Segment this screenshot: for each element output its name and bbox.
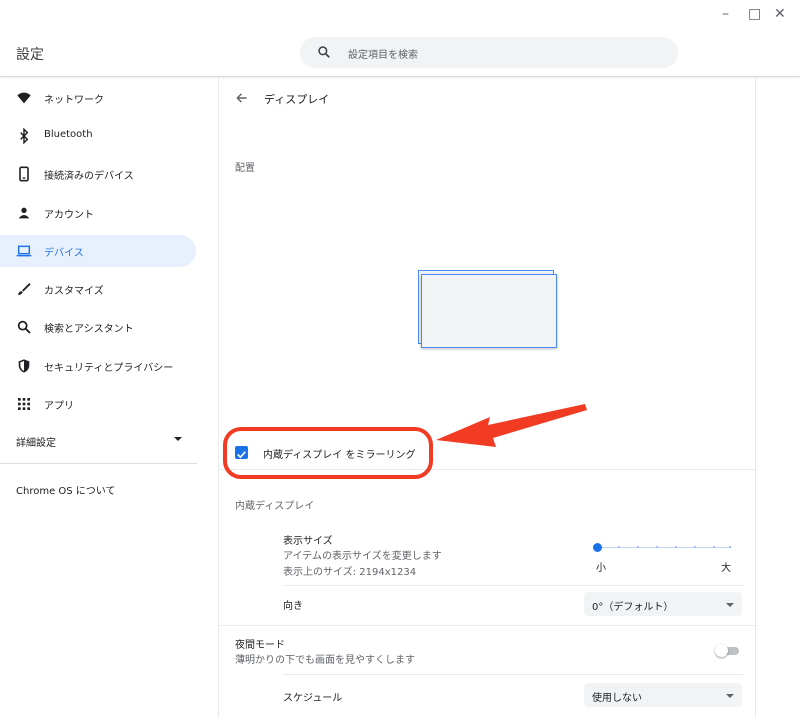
display-size-description: アイテムの表示サイズを変更します <box>283 551 442 562</box>
divider <box>283 585 743 586</box>
orientation-label: 向き <box>283 601 303 612</box>
minimize-button[interactable]: – <box>722 6 729 22</box>
person-icon <box>18 207 30 219</box>
apps-grid-icon <box>18 398 30 410</box>
slider-max-label: 大 <box>721 563 731 574</box>
slider-tick <box>694 546 696 548</box>
slider-tick <box>675 546 677 548</box>
sidebar-item-label: 詳細設定 <box>16 438 56 449</box>
sidebar-item-about[interactable]: Chrome OS について <box>0 473 196 505</box>
display-size-title: 表示サイズ <box>283 536 333 547</box>
sidebar-item-label: カスタマイズ <box>44 286 104 297</box>
slider-tick <box>656 546 658 548</box>
app-header: 設定 設定項目を検索 <box>0 28 800 77</box>
sidebar-item-label: 検索とアシスタント <box>44 324 134 335</box>
schedule-label: スケジュール <box>283 693 343 704</box>
chevron-down-icon <box>174 437 182 441</box>
sidebar-item-label: デバイス <box>44 248 84 259</box>
arrangement-label: 配置 <box>235 163 255 174</box>
slider-tick <box>637 546 639 548</box>
sidebar-item-label: ネットワーク <box>44 95 104 106</box>
night-mode-toggle-knob[interactable] <box>715 644 728 657</box>
sidebar-item-label: アカウント <box>44 210 94 221</box>
shield-icon <box>18 359 30 373</box>
back-arrow-icon[interactable] <box>235 91 249 105</box>
sidebar-item-label: Chrome OS について <box>16 486 116 497</box>
divider <box>219 625 755 626</box>
content-border <box>755 77 756 718</box>
phone-icon <box>19 166 29 182</box>
close-button[interactable]: ✕ <box>774 6 786 22</box>
wifi-icon <box>17 92 31 104</box>
sidebar-item-device[interactable]: デバイス <box>0 235 196 267</box>
slider-min-label: 小 <box>596 563 606 574</box>
search-icon <box>318 46 330 58</box>
display-size-slider-knob[interactable] <box>593 543 602 552</box>
search-icon <box>17 320 31 334</box>
orientation-value: 0°（デフォルト） <box>592 602 674 613</box>
maximize-button[interactable]: □ <box>748 6 761 22</box>
sidebar-item-apps[interactable]: アプリ <box>0 388 196 420</box>
slider-tick <box>713 546 715 548</box>
page-title: ディスプレイ <box>264 93 330 106</box>
sidebar-item-label: アプリ <box>44 401 74 412</box>
sidebar-divider <box>0 463 197 464</box>
dropdown-arrow-icon <box>726 603 734 607</box>
laptop-icon <box>16 245 32 257</box>
sidebar-item-security[interactable]: セキュリティとプライバシー <box>0 350 196 382</box>
app-title: 設定 <box>16 47 44 63</box>
sidebar-item-label: 接続済みのデバイス <box>44 171 134 182</box>
display-size-resolution: 表示上のサイズ: 2194x1234 <box>283 567 417 578</box>
sidebar-item-advanced[interactable]: 詳細設定 <box>0 425 196 457</box>
sidebar-item-label: セキュリティとプライバシー <box>44 363 174 374</box>
orientation-select[interactable]: 0°（デフォルト） <box>584 592 742 616</box>
schedule-select[interactable]: 使用しない <box>584 683 742 707</box>
sidebar-item-network[interactable]: ネットワーク <box>0 82 196 114</box>
builtin-display-heading: 内蔵ディスプレイ <box>235 501 315 512</box>
sidebar-item-personalization[interactable]: カスタマイズ <box>0 273 196 305</box>
search-input[interactable]: 設定項目を検索 <box>300 37 678 68</box>
brush-icon <box>18 283 31 295</box>
annotation-highlight-ring <box>223 427 433 479</box>
dropdown-arrow-icon <box>726 694 734 698</box>
slider-tick <box>729 546 731 548</box>
divider <box>283 674 743 675</box>
bluetooth-icon <box>20 128 29 144</box>
night-mode-title: 夜間モード <box>235 640 285 651</box>
sidebar: ネットワーク Bluetooth 接続済みのデバイス アカウント デバイス カス… <box>0 77 219 718</box>
annotation-arrow-icon <box>436 404 587 447</box>
night-mode-description: 薄明かりの下でも画面を見やすくします <box>235 655 415 666</box>
window-controls: – □ ✕ <box>710 0 800 28</box>
sidebar-item-accounts[interactable]: アカウント <box>0 197 196 229</box>
sidebar-item-label: Bluetooth <box>44 129 93 140</box>
sidebar-item-connected-devices[interactable]: 接続済みのデバイス <box>0 158 196 190</box>
sidebar-item-search-assistant[interactable]: 検索とアシスタント <box>0 311 196 343</box>
search-placeholder: 設定項目を検索 <box>348 50 418 61</box>
schedule-value: 使用しない <box>592 693 642 704</box>
sidebar-item-bluetooth[interactable]: Bluetooth <box>0 120 196 152</box>
slider-tick <box>618 546 620 548</box>
display-rect-primary[interactable] <box>421 274 557 348</box>
